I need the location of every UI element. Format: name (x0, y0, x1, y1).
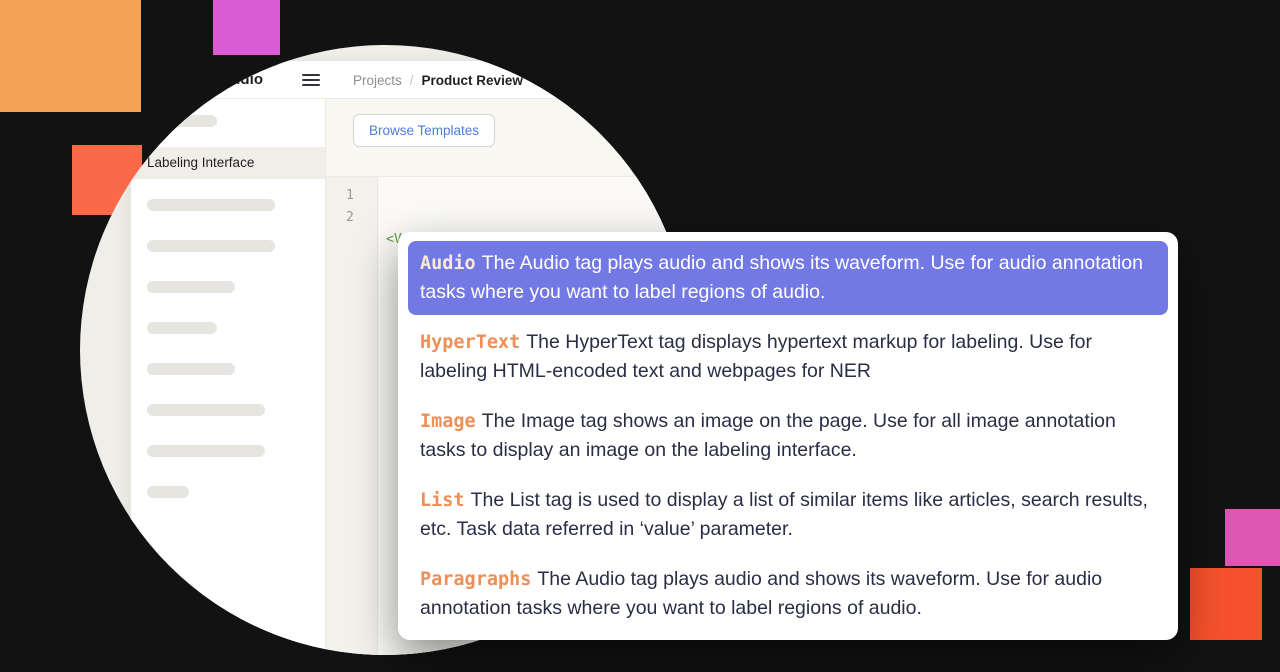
breadcrumb: Projects / Product Review (353, 61, 523, 99)
browse-templates-button[interactable]: Browse Templates (353, 114, 496, 147)
sidebar-skeleton-bar (147, 281, 235, 293)
tag-description: The List tag is used to display a list o… (420, 489, 1148, 540)
line-number: 2 (346, 210, 354, 225)
sidebar-skeleton-bar (147, 199, 275, 211)
sidebar-item-labeling-interface[interactable]: Labeling Interface (131, 147, 325, 179)
sidebar-skeleton-bar (147, 115, 217, 127)
editor-toolbar: Browse Templates (326, 99, 690, 176)
tag-name: HyperText (420, 332, 521, 353)
autocomplete-item-list[interactable]: List The List tag is used to display a li… (408, 478, 1168, 552)
tag-description: The Audio tag plays audio and shows its … (420, 252, 1143, 303)
label-studio-logo-icon (145, 70, 164, 89)
tag-name: Paragraphs (420, 569, 532, 590)
sidebar-skeleton-bar (147, 240, 275, 252)
decor-square-red-bottom-right (1190, 568, 1262, 640)
decor-square-orange-top-left (0, 0, 141, 112)
line-number: 1 (346, 188, 354, 203)
autocomplete-item-paragraphs[interactable]: Paragraphs The Audio tag plays audio and … (408, 557, 1168, 631)
autocomplete-item-hypertext[interactable]: HyperText The HyperText tag displays hype… (408, 320, 1168, 394)
tag-description: The Image tag shows an image on the page… (420, 410, 1116, 461)
tag-name: Image (420, 411, 476, 432)
line-number-gutter: 1 2 (326, 177, 378, 655)
sidebar-skeleton-bar (147, 363, 235, 375)
breadcrumb-current: Product Review (421, 72, 523, 88)
breadcrumb-separator: / (409, 72, 414, 88)
sidebar-skeleton-bar (147, 322, 217, 334)
decor-square-pink-right (1225, 509, 1280, 566)
decor-square-magenta-top (213, 0, 280, 55)
breadcrumb-link-projects[interactable]: Projects (353, 73, 402, 88)
tag-name: Audio (420, 253, 476, 274)
sidebar-skeleton-bar (147, 404, 265, 416)
sidebar-skeleton-bar (147, 445, 265, 457)
autocomplete-item-audio[interactable]: Audio The Audio tag plays audio and shows… (408, 241, 1168, 315)
autocomplete-item-image[interactable]: Image The Image tag shows an image on the… (408, 399, 1168, 473)
brand-name: Label Studio (172, 71, 264, 88)
tag-autocomplete-popup: Audio The Audio tag plays audio and shows… (398, 232, 1178, 640)
hamburger-menu-icon[interactable] (302, 70, 320, 90)
tag-description: The HyperText tag displays hypertext mar… (420, 331, 1093, 382)
tag-name: List (420, 490, 465, 511)
sidebar: Labeling Interface (131, 99, 326, 655)
app-header: Label Studio Projects / Product Review (131, 61, 690, 99)
sidebar-skeleton-bar (147, 486, 189, 498)
brand: Label Studio (145, 70, 263, 89)
